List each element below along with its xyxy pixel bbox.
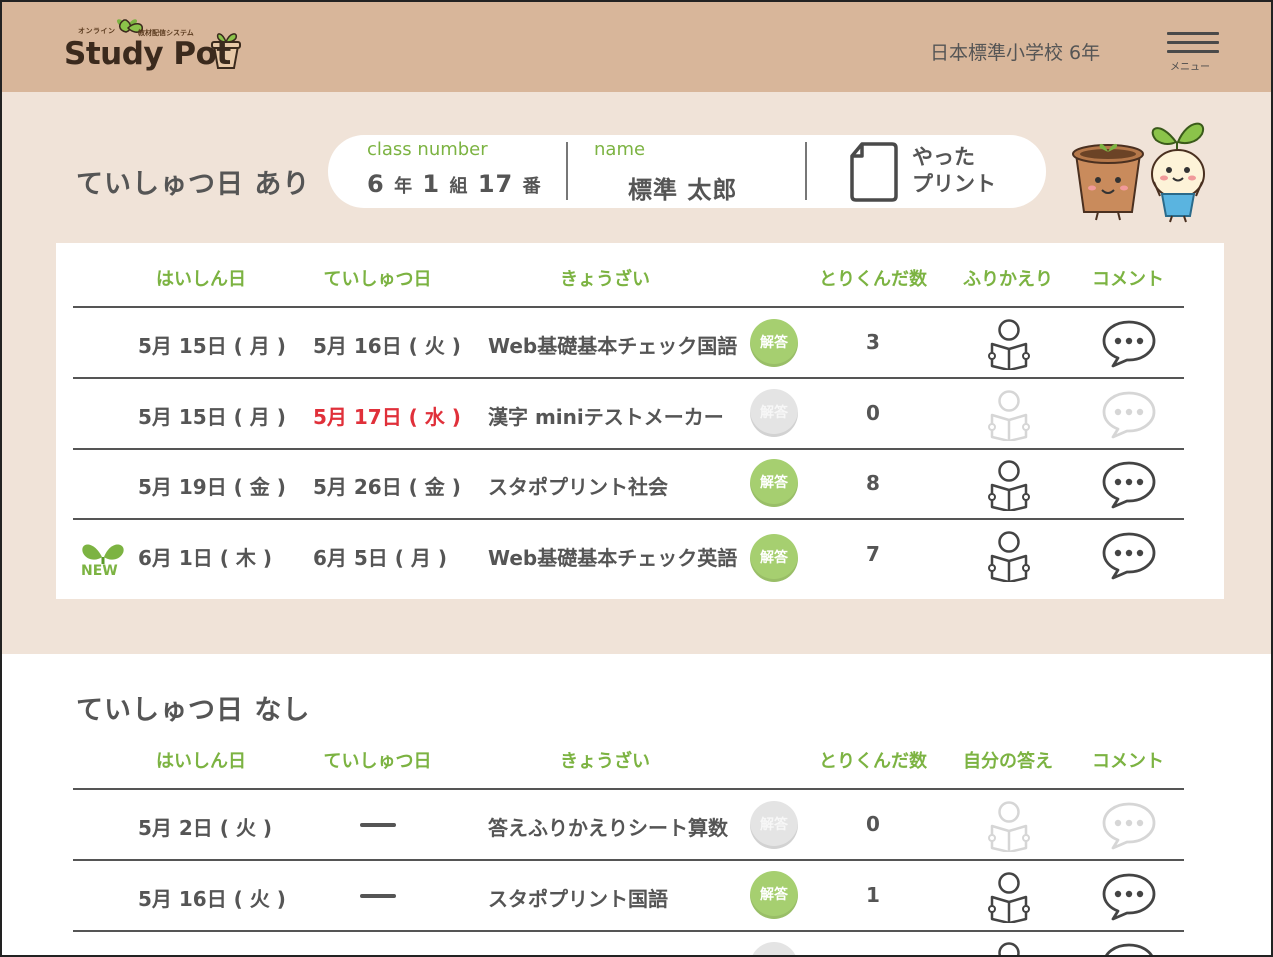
divider <box>805 142 807 200</box>
material-link[interactable]: スタポプリント社会 <box>488 471 668 500</box>
col-header-delivery-date: はいしん日 <box>156 751 246 772</box>
attempt-count: 7 <box>866 542 880 566</box>
col-header-comment: コメント <box>1092 269 1164 290</box>
done-prints-line1: やった <box>912 145 975 169</box>
hamburger-icon <box>1167 32 1219 35</box>
mascot-illustration <box>1072 122 1205 223</box>
table-divider <box>73 448 1184 450</box>
grade-value: 6 <box>367 170 385 198</box>
delivery-date: 5月 15日 ( 月 ) <box>138 405 286 429</box>
class-unit: 組 <box>449 176 469 197</box>
reading-review-icon[interactable] <box>988 941 1030 957</box>
comment-bubble-icon[interactable] <box>1101 459 1157 509</box>
answer-button-disabled: 解答 <box>750 389 798 437</box>
document-icon <box>850 142 898 202</box>
app-header: オンライン 教材配信システム Study Pot 日本標準小学校 6年 メニュー <box>0 0 1273 92</box>
name-label: name <box>594 139 646 160</box>
logo-text: Study Pot <box>64 36 231 72</box>
delivery-date: 6月 1日 ( 木 ) <box>138 546 272 570</box>
hamburger-bar <box>1167 50 1219 53</box>
answer-button-disabled <box>750 942 798 957</box>
reading-review-icon[interactable] <box>988 530 1030 582</box>
done-prints-button[interactable]: やった プリント <box>848 140 1018 204</box>
attempt-count: 0 <box>866 812 880 836</box>
table-divider <box>73 518 1184 520</box>
reading-review-icon-disabled <box>988 390 1030 441</box>
new-badge-label: NEW <box>81 563 118 579</box>
attempt-count: 0 <box>866 401 880 425</box>
col-header-due-date: ていしゅつ日 <box>323 751 432 772</box>
class-value: 1 <box>422 170 441 198</box>
col-header-review: ふりかえり <box>963 269 1053 290</box>
table-divider <box>73 306 1184 308</box>
reading-review-icon[interactable] <box>988 318 1030 370</box>
answer-button[interactable]: 解答 <box>750 871 798 919</box>
hamburger-bar <box>1167 41 1219 44</box>
material-link[interactable]: Web基礎基本チェック国語 <box>488 330 737 359</box>
divider <box>566 142 568 200</box>
answer-button[interactable]: 解答 <box>750 459 798 507</box>
due-date-overdue: 5月 17日 ( 水 ) <box>313 405 461 429</box>
comment-bubble-icon[interactable] <box>1101 318 1157 368</box>
section-title-without-deadline: ていしゅつ日 なし <box>76 695 311 726</box>
done-prints-label: やった プリント <box>912 144 996 198</box>
col-header-my-answers: 自分の答え <box>963 751 1053 772</box>
col-header-material: きょうざい <box>560 751 650 772</box>
comment-bubble-icon[interactable] <box>1101 871 1157 921</box>
answer-button-disabled: 解答 <box>750 801 798 849</box>
comment-bubble-icon-disabled <box>1102 802 1156 850</box>
section-title-with-deadline: ていしゅつ日 あり <box>76 169 311 200</box>
material-link[interactable]: Web基礎基本チェック英語 <box>488 542 737 571</box>
menu-label: メニュー <box>1170 62 1210 73</box>
no-due-date-dash <box>360 894 396 898</box>
done-prints-line2: プリント <box>912 172 996 196</box>
comment-bubble-icon-disabled <box>1102 391 1156 439</box>
logo-sub-online: オンライン <box>78 27 116 35</box>
col-header-material: きょうざい <box>560 269 650 290</box>
table-divider <box>73 859 1184 861</box>
col-header-comment: コメント <box>1092 751 1164 772</box>
material-link[interactable]: 漢字 miniテストメーカー <box>488 401 724 430</box>
table-divider <box>73 377 1184 379</box>
no-due-date-dash <box>360 823 396 827</box>
attempt-count: 1 <box>866 883 880 907</box>
answer-button[interactable]: 解答 <box>750 534 798 582</box>
reading-review-icon[interactable] <box>988 871 1030 923</box>
attempt-count: 8 <box>866 471 880 495</box>
class-number-value: 6 年 1 組 17 番 <box>367 170 542 198</box>
delivery-date: 5月 2日 ( 火 ) <box>138 816 272 840</box>
col-header-delivery-date: はいしん日 <box>156 269 246 290</box>
due-date: 5月 26日 ( 金 ) <box>313 475 461 499</box>
reading-review-icon[interactable] <box>988 459 1030 511</box>
menu-button[interactable]: メニュー <box>1164 28 1222 74</box>
delivery-date: 5月 19日 ( 金 ) <box>138 475 286 499</box>
studypot-logo[interactable]: オンライン 教材配信システム Study Pot <box>62 18 247 78</box>
due-date: 5月 16日 ( 火 ) <box>313 334 461 358</box>
comment-bubble-icon[interactable] <box>1101 941 1157 957</box>
answer-button[interactable]: 解答 <box>750 319 798 367</box>
comment-bubble-icon[interactable] <box>1101 530 1157 580</box>
number-unit: 番 <box>522 176 542 197</box>
school-name: 日本標準小学校 6年 <box>930 42 1101 64</box>
table-divider <box>73 788 1184 790</box>
class-number-label: class number <box>367 139 488 160</box>
col-header-due-date: ていしゅつ日 <box>323 269 432 290</box>
col-header-count: とりくんだ数 <box>819 751 927 772</box>
reading-review-icon-disabled <box>988 801 1030 852</box>
col-header-count: とりくんだ数 <box>819 269 927 290</box>
attempt-count: 3 <box>866 330 880 354</box>
material-link[interactable]: 答えふりかえりシート算数 <box>488 812 728 841</box>
delivery-date: 5月 15日 ( 月 ) <box>138 334 286 358</box>
due-date: 6月 5日 ( 月 ) <box>313 546 447 570</box>
table-divider <box>73 930 1184 932</box>
grade-unit: 年 <box>394 176 414 197</box>
number-value: 17 <box>477 170 514 198</box>
student-name: 標準 太郎 <box>628 176 738 204</box>
material-link[interactable]: スタポプリント国語 <box>488 883 668 912</box>
delivery-date: 5月 16日 ( 火 ) <box>138 887 286 911</box>
